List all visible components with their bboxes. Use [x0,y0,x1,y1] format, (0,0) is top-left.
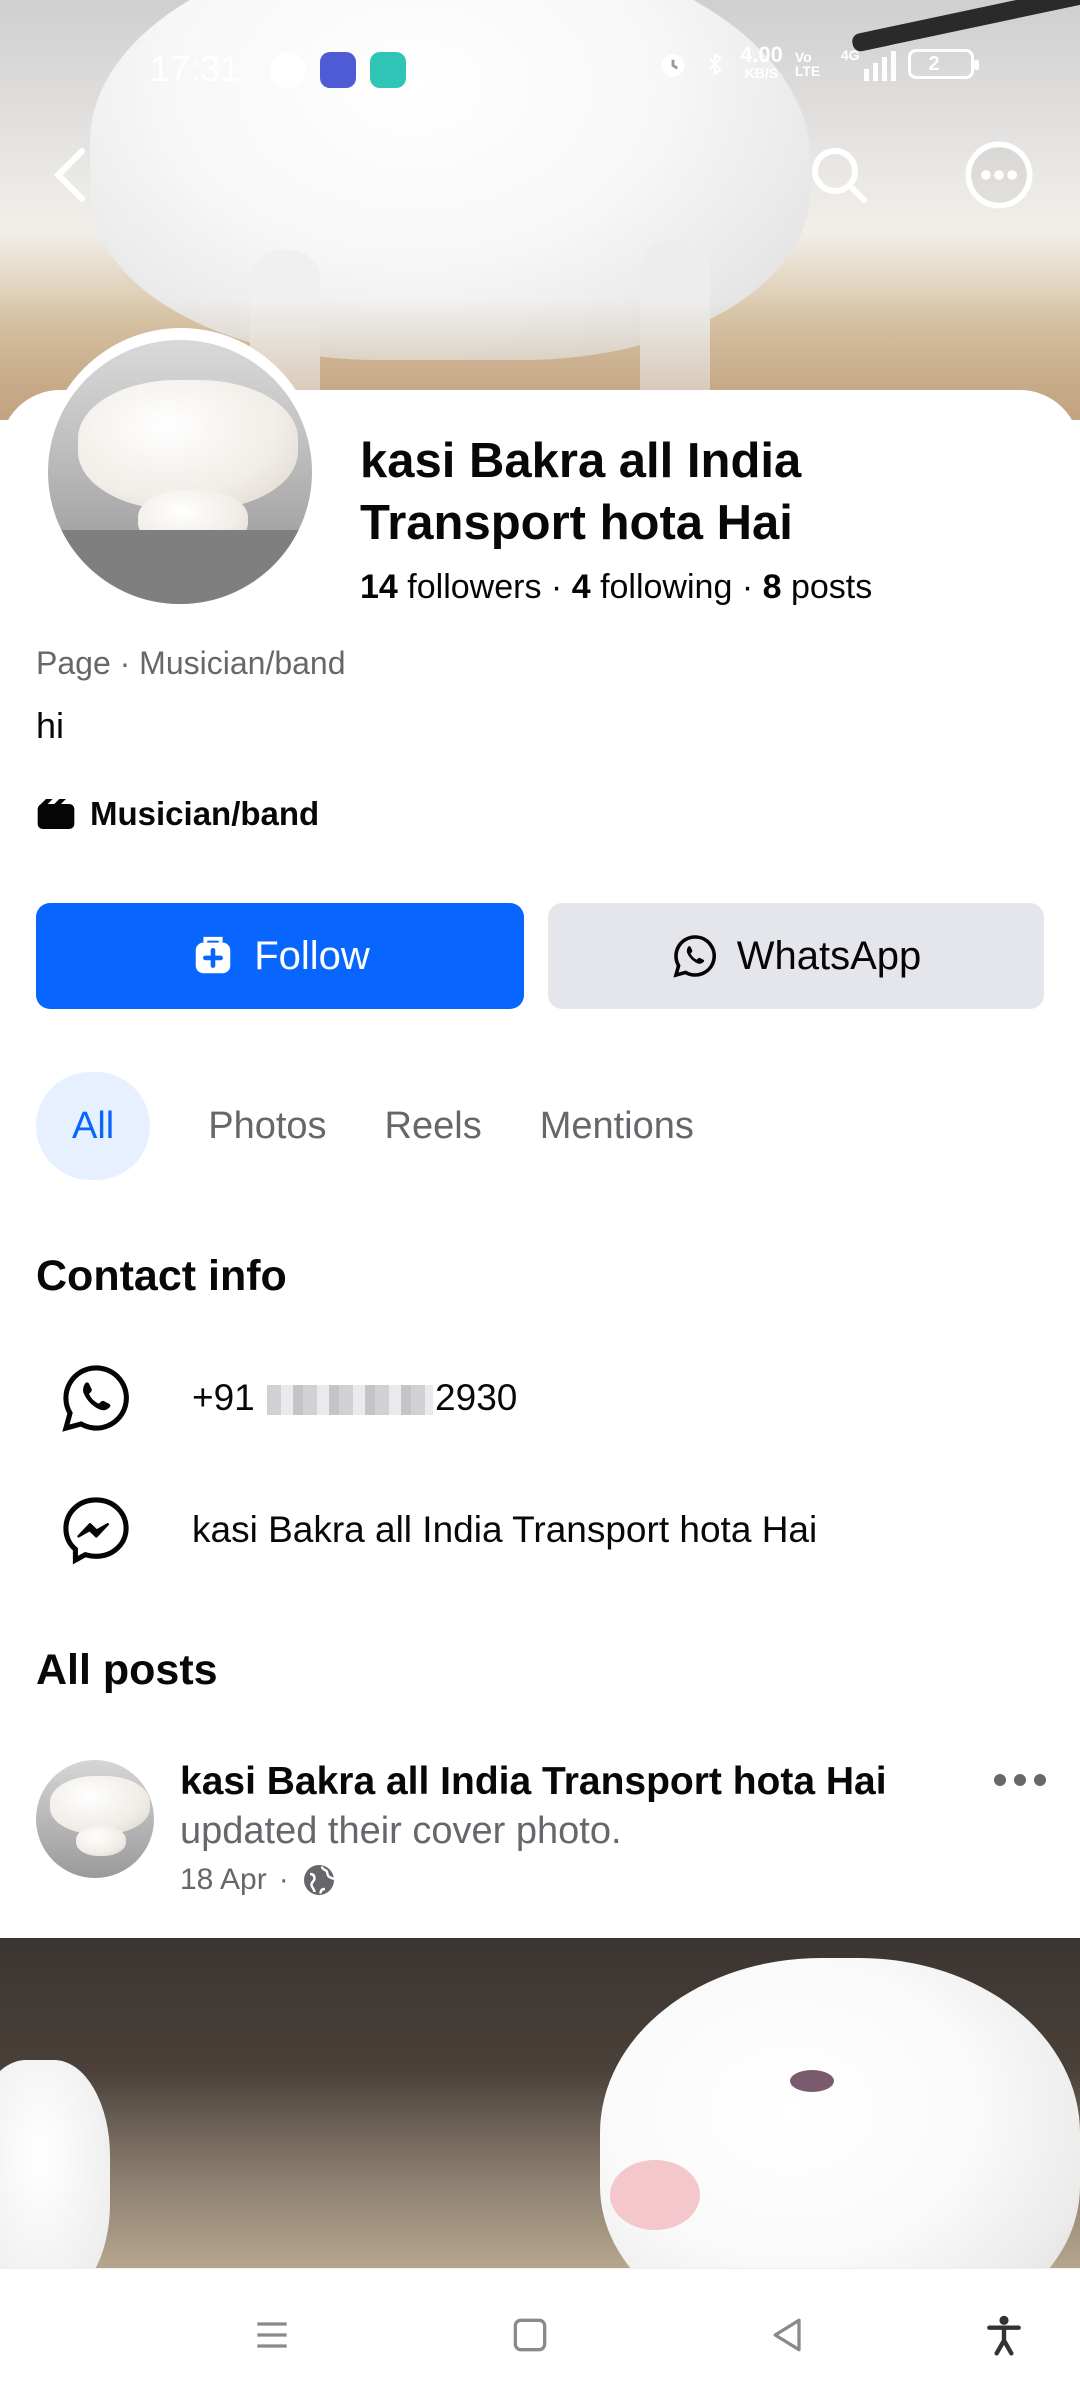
post-author-avatar[interactable] [36,1760,154,1878]
phone-number[interactable]: +91 2930 [192,1377,517,1419]
contact-phone-row[interactable]: +91 2930 [58,1360,517,1436]
post-image[interactable] [0,1938,1080,2268]
post-avatar-kid-goat [76,1826,126,1856]
signal-bar [872,63,878,81]
chat-app-icon [370,52,406,88]
clapperboard-icon [37,799,75,829]
search-icon [812,148,867,203]
goat-eye [790,2070,834,2092]
whatsapp-icon [62,1365,129,1432]
network-speed-value: 4.00 [740,42,783,67]
category-label: Musician/band [90,795,320,832]
post-small-goat [0,2060,110,2300]
back-button[interactable] [36,140,106,210]
post-meta: 18 Apr · [180,1862,337,1898]
signal-icon: 4G [841,47,896,81]
status-bar: 17:31 4.00 KB/S Vo LTE 4G 2 [0,40,1080,100]
tab-mentions[interactable]: Mentions [540,1072,694,1180]
more-options-button[interactable] [964,140,1034,210]
whatsapp-button[interactable]: WhatsApp [548,903,1044,1009]
page-title: kasi Bakra all India Transport hota Hai [360,434,802,550]
posts-label: posts [790,568,873,606]
all-posts-heading: All posts [36,1646,218,1694]
contact-messenger-row[interactable]: kasi Bakra all India Transport hota Hai [58,1492,817,1568]
weather-app-icon [320,52,356,88]
profile-stats: 14 followers · 4 following · 8 posts [360,568,872,607]
page-category-line: Page · Musician/band [36,645,346,681]
follow-plus-icon [195,936,231,974]
messenger-name[interactable]: kasi Bakra all India Transport hota Hai [192,1509,817,1551]
category-row: Musician/band [36,795,319,833]
system-nav-bar [0,2268,1080,2400]
chevron-left-icon [53,148,86,202]
home-square-icon[interactable] [508,2313,552,2357]
goat-nose [610,2160,700,2230]
profile-tabs: All Photos Reels Mentions [36,1072,694,1180]
more-dot [1034,1774,1046,1786]
posts-count: 8 [762,568,782,606]
battery-icon: 2 [907,49,979,79]
tab-photos[interactable]: Photos [208,1072,326,1180]
page-root: 17:31 4.00 KB/S Vo LTE 4G 2 kasi Bakra a… [0,0,1080,2400]
phone-redacted [267,1385,434,1416]
follow-button-label: Follow [254,933,370,978]
post-action-text: updated their cover photo. [180,1810,622,1852]
follow-button[interactable]: Follow [36,903,524,1009]
tab-reels[interactable]: Reels [385,1072,482,1180]
followers-label[interactable]: followers [407,568,541,606]
followers-count[interactable]: 14 [360,568,398,606]
avatar-ground [48,530,312,604]
profile-avatar[interactable] [48,340,312,604]
recents-menu-icon[interactable] [250,2313,294,2357]
status-time: 17:31 [150,48,241,89]
search-button[interactable] [804,140,874,210]
accessibility-icon[interactable] [982,2313,1026,2357]
signal-bar [881,57,887,81]
more-dot [994,1774,1006,1786]
signal-type: 4G [840,47,860,63]
whatsapp-icon [673,935,716,978]
post-more-button[interactable] [994,1774,1046,1786]
status-right: 4.00 KB/S Vo LTE 4G 2 [656,42,979,82]
network-speed-unit: KB/S [744,65,779,81]
more-dot [1014,1774,1026,1786]
post-meta-separator: · [278,1863,289,1896]
network-speed: 4.00 KB/S [740,42,783,82]
contact-info-heading: Contact info [36,1252,287,1300]
signal-bar [863,69,869,81]
phone-prefix: +91 [192,1377,255,1418]
stats-separator: · [741,568,763,606]
phone-suffix: 2930 [435,1377,518,1418]
bio-text: hi [36,705,65,746]
app-notification-icon [270,52,306,88]
signal-bar [890,51,896,81]
more-circle-icon [965,141,1033,209]
globe-icon [303,1865,334,1895]
following-count[interactable]: 4 [572,568,591,606]
alarm-icon [661,54,685,77]
whatsapp-button-label: WhatsApp [736,933,922,978]
tab-all[interactable]: All [36,1072,151,1180]
post-author-name[interactable]: kasi Bakra all India Transport hota Hai [180,1760,960,1804]
volte-indicator: Vo LTE [794,49,821,79]
messenger-icon [63,1497,129,1565]
back-triangle-icon[interactable] [766,2313,810,2357]
following-label[interactable]: following [600,568,732,606]
post-header: kasi Bakra all India Transport hota Hai … [36,1760,1046,1940]
stats-separator: · [550,568,572,606]
post-date[interactable]: 18 Apr [180,1863,267,1897]
bluetooth-icon [708,51,723,77]
notification-icons [270,52,406,88]
